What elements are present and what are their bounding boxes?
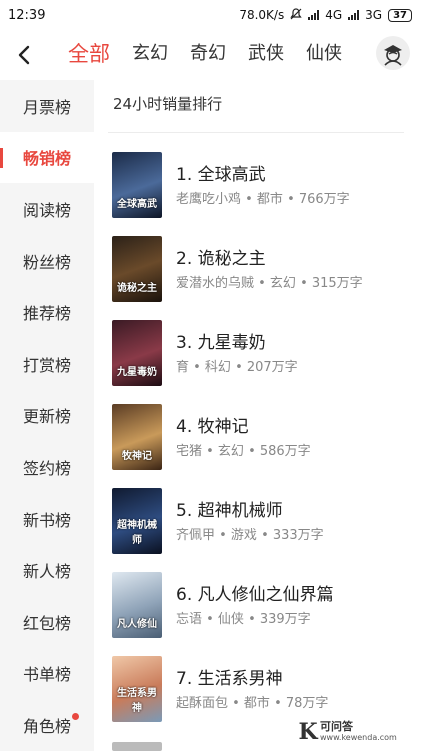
watermark-cn: 可问答 (320, 720, 353, 733)
book-meta: 起酥面包 • 都市 • 78万字 (176, 696, 329, 711)
tab-qihuan[interactable]: 奇幻 (190, 36, 226, 72)
book-cover: 凡人修仙 (112, 572, 162, 638)
sidebar-item-tips[interactable]: 打赏榜 (0, 338, 94, 390)
book-row[interactable]: 九星毒奶 3. 九星毒奶 育 • 科幻 • 207万字 (112, 320, 412, 390)
book-cover: 诡秘之主 (112, 236, 162, 302)
book-title: 6. 凡人修仙之仙界篇 (176, 585, 334, 605)
notification-dot (72, 713, 79, 721)
divider (108, 132, 404, 133)
book-title: 3. 九星毒奶 (176, 333, 266, 353)
header: 全部 玄幻 奇幻 武侠 仙侠 (0, 30, 422, 80)
sidebar-item-characters[interactable]: 角色榜 (0, 699, 94, 751)
sidebar-item-label: 角色榜 (22, 716, 71, 736)
battery-icon: 37 (388, 8, 412, 22)
book-row[interactable]: 超神机械师 5. 超神机械师 齐佩甲 • 游戏 • 333万字 (112, 488, 412, 558)
book-cover: 生活系男神 (112, 656, 162, 722)
next-book-cover-peek (112, 742, 162, 751)
sidebar-item-booklist[interactable]: 书单榜 (0, 648, 94, 700)
book-title: 2. 诡秘之主 (176, 249, 266, 269)
book-meta: 爱潜水的乌贼 • 玄幻 • 315万字 (176, 276, 363, 291)
book-title: 7. 生活系男神 (176, 669, 283, 689)
status-bar: 12:39 78.0K/s 4G 3G 37 (0, 0, 422, 30)
chevron-left-icon (18, 45, 30, 65)
book-title: 5. 超神机械师 (176, 501, 283, 521)
book-cover: 超神机械师 (112, 488, 162, 554)
list-title: 24小时销量排行 (113, 95, 223, 113)
sidebar-item-new-authors[interactable]: 新人榜 (0, 544, 94, 596)
sidebar-item-new-books[interactable]: 新书榜 (0, 493, 94, 545)
book-title: 1. 全球高武 (176, 165, 266, 185)
book-row[interactable]: 凡人修仙 6. 凡人修仙之仙界篇 忘语 • 仙侠 • 339万字 (112, 572, 412, 642)
sidebar-item-update[interactable]: 更新榜 (0, 390, 94, 442)
network-type-2: 3G (365, 8, 383, 22)
network-speed: 78.0K/s (239, 8, 285, 22)
tab-wuxia[interactable]: 武侠 (248, 36, 284, 72)
watermark-logo: K 可问答 www.kewenda.com (296, 718, 418, 746)
tab-xianxia[interactable]: 仙侠 (306, 36, 342, 72)
signal-icon-2 (348, 10, 360, 20)
book-meta: 忘语 • 仙侠 • 339万字 (176, 612, 311, 627)
sidebar-item-fans[interactable]: 粉丝榜 (0, 235, 94, 287)
network-type-1: 4G (325, 8, 343, 22)
sidebar-item-monthly[interactable]: 月票榜 (0, 80, 94, 132)
book-cover: 牧神记 (112, 404, 162, 470)
book-meta: 齐佩甲 • 游戏 • 333万字 (176, 528, 324, 543)
book-cover: 全球高武 (112, 152, 162, 218)
watermark-text: 可问答 www.kewenda.com (320, 721, 397, 743)
user-avatar-icon (384, 45, 402, 66)
watermark-url: www.kewenda.com (320, 733, 397, 742)
avatar[interactable] (376, 36, 410, 70)
ranking-list: 24小时销量排行 全球高武 1. 全球高武 老鹰吃小鸡 • 都市 • 766万字… (94, 80, 422, 751)
book-title: 4. 牧神记 (176, 417, 249, 437)
sidebar-item-reading[interactable]: 阅读榜 (0, 183, 94, 235)
rank-sidebar: 月票榜 畅销榜 阅读榜 粉丝榜 推荐榜 打赏榜 更新榜 签约榜 新书榜 新人榜 … (0, 80, 94, 751)
mute-icon (290, 7, 302, 23)
book-meta: 育 • 科幻 • 207万字 (176, 360, 298, 375)
sidebar-item-recommend[interactable]: 推荐榜 (0, 286, 94, 338)
sidebar-item-red-packet[interactable]: 红包榜 (0, 596, 94, 648)
book-row[interactable]: 生活系男神 7. 生活系男神 起酥面包 • 都市 • 78万字 (112, 656, 412, 726)
book-meta: 老鹰吃小鸡 • 都市 • 766万字 (176, 192, 350, 207)
tab-all[interactable]: 全部 (68, 36, 110, 72)
category-tabs: 全部 玄幻 奇幻 武侠 仙侠 (68, 36, 364, 72)
status-time: 12:39 (8, 7, 46, 23)
sidebar-item-bestseller[interactable]: 畅销榜 (0, 131, 94, 184)
book-meta: 宅猪 • 玄幻 • 586万字 (176, 444, 311, 459)
book-cover: 九星毒奶 (112, 320, 162, 386)
book-row[interactable]: 全球高武 1. 全球高武 老鹰吃小鸡 • 都市 • 766万字 (112, 152, 412, 222)
signal-icon (308, 10, 320, 20)
book-row[interactable]: 牧神记 4. 牧神记 宅猪 • 玄幻 • 586万字 (112, 404, 412, 474)
back-button[interactable] (12, 40, 38, 70)
watermark-letter: K (298, 719, 318, 745)
status-indicators: 78.0K/s 4G 3G 37 (239, 7, 412, 23)
tab-xuanhuan[interactable]: 玄幻 (132, 36, 168, 72)
sidebar-item-signed[interactable]: 签约榜 (0, 441, 94, 493)
book-row[interactable]: 诡秘之主 2. 诡秘之主 爱潜水的乌贼 • 玄幻 • 315万字 (112, 236, 412, 306)
